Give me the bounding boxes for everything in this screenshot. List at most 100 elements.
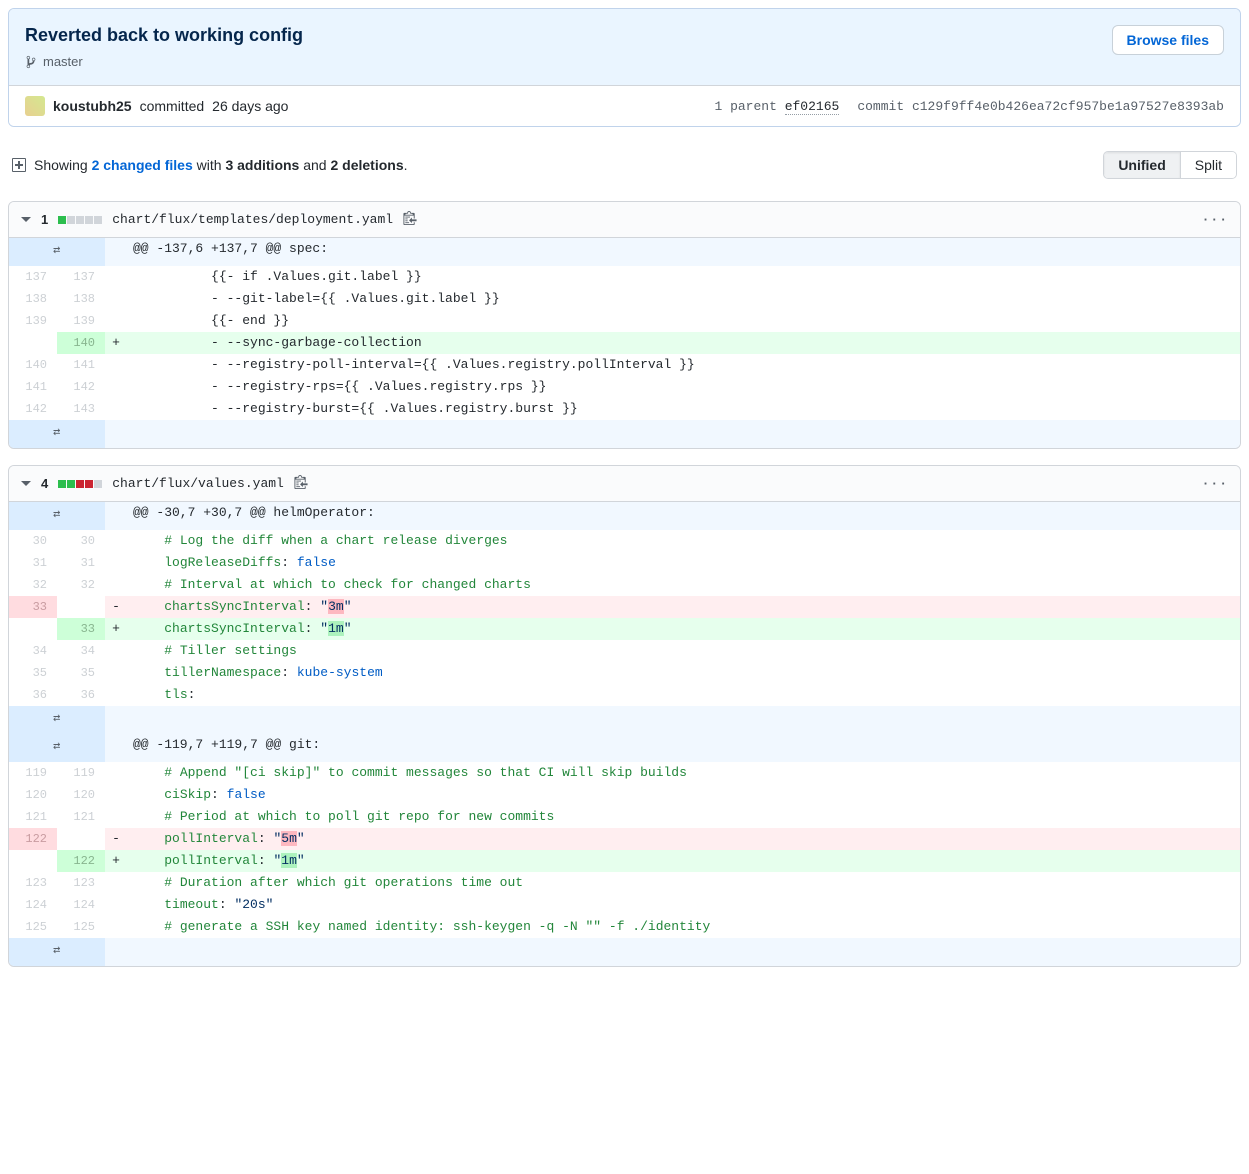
expand-icon[interactable]: ⇅ (9, 420, 105, 448)
chevron-down-icon[interactable] (21, 476, 31, 491)
file-header: 4 chart/flux/values.yaml ··· (9, 466, 1240, 502)
file-block: 4 chart/flux/values.yaml ··· ⇅@@ -30,7 +… (8, 465, 1241, 967)
line-number-new[interactable]: 30 (57, 530, 105, 552)
code-line: {{- if .Values.git.label }} (127, 266, 1240, 288)
branch-name[interactable]: master (43, 54, 83, 69)
code-line: tillerNamespace: kube-system (127, 662, 1240, 684)
line-number-new[interactable]: 124 (57, 894, 105, 916)
hunk-header: @@ -137,6 +137,7 @@ spec: (127, 238, 1240, 266)
line-number-old[interactable]: 123 (9, 872, 57, 894)
line-number-old[interactable]: 30 (9, 530, 57, 552)
split-button[interactable]: Split (1180, 152, 1236, 178)
git-branch-icon (25, 55, 37, 69)
unified-button[interactable]: Unified (1104, 152, 1179, 178)
line-number-old[interactable]: 31 (9, 552, 57, 574)
deletions-count: 2 deletions (330, 157, 403, 173)
line-number-old[interactable]: 124 (9, 894, 57, 916)
line-number-new[interactable] (57, 596, 105, 618)
line-number-new[interactable]: 122 (57, 850, 105, 872)
line-number-new[interactable]: 125 (57, 916, 105, 938)
line-number-old[interactable]: 120 (9, 784, 57, 806)
line-number-old[interactable]: 119 (9, 762, 57, 784)
line-number-old[interactable]: 139 (9, 310, 57, 332)
expand-icon[interactable]: ⇅ (9, 938, 105, 966)
line-number-new[interactable]: 120 (57, 784, 105, 806)
summary-text: Showing 2 changed files with 3 additions… (34, 157, 408, 173)
line-number-new[interactable]: 142 (57, 376, 105, 398)
line-number-old[interactable] (9, 850, 57, 872)
code-line: logReleaseDiffs: false (127, 552, 1240, 574)
code-line: # Tiller settings (127, 640, 1240, 662)
summary-row: Showing 2 changed files with 3 additions… (8, 143, 1241, 201)
diff-table: ⇅@@ -30,7 +30,7 @@ helmOperator:3030 # L… (9, 502, 1240, 966)
browse-files-button[interactable]: Browse files (1112, 25, 1224, 55)
code-line: # Duration after which git operations ti… (127, 872, 1240, 894)
line-number-old[interactable] (9, 332, 57, 354)
line-number-new[interactable]: 141 (57, 354, 105, 376)
line-number-new[interactable]: 121 (57, 806, 105, 828)
parents-label: 1 parent (714, 99, 776, 114)
author-link[interactable]: koustubh25 (53, 98, 132, 114)
expand-icon[interactable]: ⇅ (9, 502, 105, 530)
full-sha: c129f9ff4e0b426ea72cf957be1a97527e8393ab (912, 99, 1224, 114)
changed-files-link[interactable]: 2 changed files (92, 157, 193, 173)
kebab-menu-icon[interactable]: ··· (1202, 212, 1228, 227)
line-number-new[interactable]: 34 (57, 640, 105, 662)
line-number-new[interactable]: 123 (57, 872, 105, 894)
commit-meta: koustubh25 committed 26 days ago 1 paren… (9, 85, 1240, 126)
hunk-header: @@ -119,7 +119,7 @@ git: (127, 734, 1240, 762)
parent-sha-link[interactable]: ef02165 (785, 99, 840, 115)
code-line: pollInterval: "1m" (127, 850, 1240, 872)
line-number-old[interactable]: 36 (9, 684, 57, 706)
line-number-old[interactable]: 137 (9, 266, 57, 288)
line-number-old[interactable]: 138 (9, 288, 57, 310)
diff-stat-blocks (58, 480, 102, 488)
line-number-old[interactable]: 35 (9, 662, 57, 684)
line-number-new[interactable]: 32 (57, 574, 105, 596)
line-number-new[interactable]: 36 (57, 684, 105, 706)
line-number-old[interactable]: 141 (9, 376, 57, 398)
line-number-old[interactable] (9, 618, 57, 640)
line-number-new[interactable]: 139 (57, 310, 105, 332)
line-number-new[interactable]: 140 (57, 332, 105, 354)
code-line: # Append "[ci skip]" to commit messages … (127, 762, 1240, 784)
diff-icon (12, 157, 26, 173)
line-number-new[interactable]: 137 (57, 266, 105, 288)
file-path[interactable]: chart/flux/values.yaml (112, 476, 284, 491)
expand-icon[interactable]: ⇅ (9, 706, 105, 734)
file-block: 1 chart/flux/templates/deployment.yaml ·… (8, 201, 1241, 449)
branch-row: master (25, 54, 1224, 69)
line-number-new[interactable]: 143 (57, 398, 105, 420)
code-line: - --registry-burst={{ .Values.registry.b… (127, 398, 1240, 420)
line-number-old[interactable]: 34 (9, 640, 57, 662)
expand-icon[interactable]: ⇅ (9, 238, 105, 266)
code-line: # Log the diff when a chart release dive… (127, 530, 1240, 552)
line-number-old[interactable]: 32 (9, 574, 57, 596)
line-number-old[interactable]: 125 (9, 916, 57, 938)
file-path[interactable]: chart/flux/templates/deployment.yaml (112, 212, 393, 227)
kebab-menu-icon[interactable]: ··· (1202, 476, 1228, 491)
clipboard-icon[interactable] (403, 210, 417, 229)
diff-stat-count: 4 (41, 476, 48, 491)
expand-icon[interactable]: ⇅ (9, 734, 105, 762)
line-number-old[interactable]: 140 (9, 354, 57, 376)
view-toggle: Unified Split (1103, 151, 1237, 179)
line-number-new[interactable]: 119 (57, 762, 105, 784)
line-number-old[interactable]: 142 (9, 398, 57, 420)
diff-stat-count: 1 (41, 212, 48, 227)
avatar[interactable] (25, 96, 45, 116)
line-number-old[interactable]: 121 (9, 806, 57, 828)
line-number-new[interactable]: 33 (57, 618, 105, 640)
code-line: timeout: "20s" (127, 894, 1240, 916)
commit-label: commit (857, 99, 904, 114)
line-number-new[interactable]: 138 (57, 288, 105, 310)
line-number-new[interactable]: 35 (57, 662, 105, 684)
line-number-new[interactable]: 31 (57, 552, 105, 574)
line-number-old[interactable]: 33 (9, 596, 57, 618)
clipboard-icon[interactable] (294, 474, 308, 493)
chevron-down-icon[interactable] (21, 212, 31, 227)
code-line: - --registry-rps={{ .Values.registry.rps… (127, 376, 1240, 398)
committed-verb: committed (140, 98, 205, 114)
line-number-new[interactable] (57, 828, 105, 850)
line-number-old[interactable]: 122 (9, 828, 57, 850)
